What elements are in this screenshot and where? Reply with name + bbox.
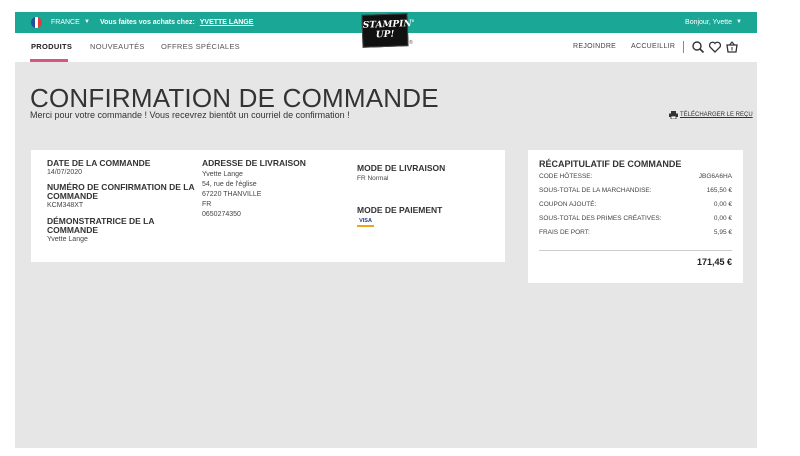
user-menu-chevron-icon[interactable]: ▼	[736, 19, 742, 25]
download-receipt-link[interactable]: TÉLÉCHARGER LE REÇU	[669, 111, 753, 119]
payment-mode-label: MODE DE PAIEMENT	[357, 205, 443, 215]
summary-row-value: 0,00 €	[713, 215, 732, 222]
france-flag-icon[interactable]	[31, 17, 42, 28]
summary-row-label: COUPON AJOUTÉ:	[539, 201, 597, 208]
order-date-label: DATE DE LA COMMANDE	[47, 158, 151, 168]
nav-item-nouveautes[interactable]: NOUVEAUTÉS	[90, 42, 145, 51]
summary-divider	[539, 250, 732, 251]
user-greeting[interactable]: Bonjour, Yvette	[685, 19, 732, 26]
visa-card-icon: VISA	[357, 218, 374, 227]
summary-row: COUPON AJOUTÉ: 0,00 €	[539, 201, 732, 208]
address-line: 54, rue de l'église	[202, 181, 257, 188]
nav-item-accueillir[interactable]: ACCUEILLIR	[631, 43, 675, 50]
order-total: 171,45 €	[696, 257, 732, 267]
summary-row: SOUS-TOTAL DE LA MARCHANDISE: 165,50 €	[539, 187, 732, 194]
address-line: 0650274350	[202, 211, 241, 218]
order-summary-card: RÉCAPITULATIF DE COMMANDE CODE HÔTESSE: …	[528, 150, 743, 283]
order-details-card: DATE DE LA COMMANDE 14/07/2020 NUMÉRO DE…	[31, 150, 505, 262]
summary-row-value: 5,95 €	[713, 229, 732, 236]
stampin-up-logo[interactable]: STAMPIN' UP!	[361, 13, 415, 48]
delivery-mode-value: FR Normal	[357, 175, 389, 182]
summary-row-value: JBG6A6HA	[698, 173, 732, 180]
country-selector[interactable]: FRANCE	[51, 19, 80, 26]
heart-icon[interactable]	[708, 40, 722, 54]
download-receipt-label: TÉLÉCHARGER LE REÇU	[680, 112, 753, 118]
summary-row: CODE HÔTESSE: JBG6A6HA	[539, 173, 732, 180]
demonstrator-label: DÉMONSTRATRICE DE LA COMMANDE	[47, 216, 155, 235]
logo-registered-mark: ®	[409, 40, 413, 46]
nav-divider	[683, 41, 684, 53]
search-icon[interactable]	[691, 40, 705, 54]
address-line: FR	[202, 201, 212, 208]
nav-item-offres-speciales[interactable]: OFFRES SPÉCIALES	[161, 42, 240, 51]
order-number-label: NUMÉRO DE CONFIRMATION DE LA COMMANDE	[47, 182, 195, 201]
basket-icon[interactable]	[725, 40, 739, 54]
summary-row-label: CODE HÔTESSE:	[539, 173, 593, 180]
order-number-value: KCM348XT	[47, 202, 84, 209]
summary-row-label: SOUS-TOTAL DE LA MARCHANDISE:	[539, 187, 652, 194]
page-subtitle: Merci pour votre commande ! Vous recevre…	[30, 110, 350, 120]
page-frame: FRANCE ▼ Vous faites vos achats chez: YV…	[15, 12, 757, 448]
summary-row: FRAIS DE PORT: 5,95 €	[539, 229, 732, 236]
summary-row-label: FRAIS DE PORT:	[539, 229, 590, 236]
summary-row-label: SOUS-TOTAL DES PRIMES CRÉATIVES:	[539, 215, 662, 222]
logo-line-2: UP!	[375, 29, 395, 41]
shipping-address-label: ADRESSE DE LIVRAISON	[202, 158, 306, 168]
summary-row: SOUS-TOTAL DES PRIMES CRÉATIVES: 0,00 €	[539, 215, 732, 222]
shop-demonstrator-link[interactable]: YVETTE LANGE	[200, 19, 254, 26]
active-nav-indicator	[30, 59, 68, 62]
summary-row-value: 165,50 €	[706, 187, 732, 194]
address-line: 67220 THANVILLE	[202, 191, 262, 198]
demonstrator-value: Yvette Lange	[47, 236, 88, 243]
summary-title: RÉCAPITULATIF DE COMMANDE	[539, 159, 682, 169]
nav-item-produits[interactable]: PRODUITS	[31, 42, 72, 51]
nav-item-rejoindre[interactable]: REJOINDRE	[573, 43, 616, 50]
shopping-with-text: Vous faites vos achats chez: YVETTE LANG…	[100, 19, 253, 26]
summary-row-value: 0,00 €	[713, 201, 732, 208]
printer-icon	[669, 111, 678, 119]
order-date-value: 14/07/2020	[47, 169, 83, 176]
address-line: Yvette Lange	[202, 171, 243, 178]
shop-label: Vous faites vos achats chez:	[100, 19, 195, 26]
delivery-mode-label: MODE DE LIVRAISON	[357, 163, 446, 173]
chevron-down-icon[interactable]: ▼	[84, 19, 90, 25]
